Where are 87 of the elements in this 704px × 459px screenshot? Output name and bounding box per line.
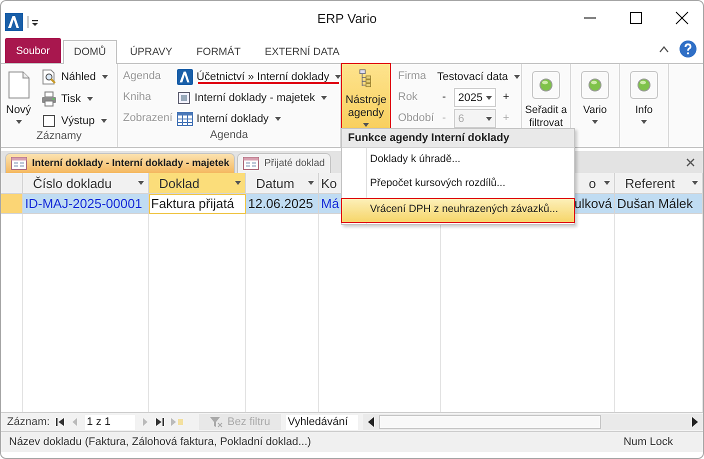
group-label: Agenda	[209, 129, 249, 143]
dropdown-button[interactable]: Interní doklady	[176, 109, 342, 128]
form-icon	[11, 157, 27, 170]
record-number-field[interactable]: 1 z 1	[84, 414, 135, 430]
caret-icon	[335, 74, 342, 78]
orb-icon	[581, 71, 609, 99]
combo-box[interactable]: 2025	[454, 88, 496, 107]
ribbon-tab[interactable]: DOMŮ	[62, 40, 117, 64]
ribbon-tab[interactable]: EXTERNÍ DATA	[254, 40, 351, 63]
window-icon	[41, 112, 58, 128]
scroll-right-icon[interactable]	[691, 417, 699, 427]
last-record-icon[interactable]	[154, 417, 165, 427]
new-button[interactable]: Nový	[4, 67, 34, 130]
caret-icon	[320, 96, 327, 100]
close-icon[interactable]	[675, 11, 689, 25]
field-label: Agenda	[123, 69, 162, 84]
ribbon-menu-button[interactable]: Tisk	[41, 89, 108, 108]
caret-icon	[274, 116, 281, 120]
maximize-icon[interactable]	[629, 11, 643, 25]
column-header[interactable]: Číslo dokladu	[23, 173, 149, 194]
ribbon-tab[interactable]: FORMÁT	[185, 40, 252, 63]
column-header[interactable]: Datum	[246, 173, 319, 194]
table-cell: ID-MAJ-2025-00001	[23, 194, 149, 214]
app-logo-icon	[5, 13, 23, 31]
field-label: Kniha	[123, 90, 152, 105]
caret-icon	[641, 120, 647, 124]
menu-item[interactable]: Vrácení DPH z neuhrazených závazků...	[342, 199, 574, 222]
caret-icon	[486, 96, 492, 100]
ribbon-menu-button[interactable]: Výstup	[41, 111, 108, 130]
group-label: Záznamy	[35, 130, 83, 144]
record-label: Záznam:	[7, 416, 50, 428]
field-label: Období	[398, 111, 434, 126]
caret-icon	[486, 116, 492, 120]
form-icon	[243, 157, 260, 170]
caret-icon	[16, 120, 22, 124]
caret-icon	[604, 181, 610, 185]
magnifier-page-icon	[41, 68, 58, 84]
field-label: Zobrazení	[123, 111, 173, 126]
customize-toolbar-icon[interactable]	[27, 15, 39, 29]
increment-button[interactable]: +	[499, 88, 514, 107]
agenda-tools-button[interactable]: Nástroje agendy	[342, 64, 390, 129]
ribbon-menu-button[interactable]: Náhled	[41, 67, 108, 86]
document-tab[interactable]: Přijaté doklad	[237, 153, 331, 173]
num-lock-indicator: Num Lock	[623, 436, 674, 448]
caret-icon	[308, 181, 314, 185]
caret-icon	[102, 74, 108, 78]
caret-icon	[692, 181, 698, 185]
table-icon	[176, 112, 193, 126]
document-tab[interactable]: Interní doklady - Interní doklady - majetek	[5, 153, 236, 173]
funnel-icon	[209, 416, 224, 428]
caret-icon	[592, 120, 598, 124]
search-field[interactable]: Vyhledávání	[286, 414, 358, 430]
app-logo-icon	[176, 68, 193, 84]
ribbon-button[interactable]: Info	[620, 67, 668, 126]
window-title: ERP Vario	[317, 10, 377, 26]
file-tab[interactable]: Soubor	[5, 38, 61, 63]
caret-icon	[235, 181, 241, 185]
horizontal-scrollbar[interactable]	[362, 414, 703, 430]
orb-icon	[532, 71, 560, 99]
menu-header: Funkce agendy Interní doklady	[342, 129, 574, 148]
status-text: Název dokladu (Faktura, Zálohová faktura, Pokladní doklad...)	[9, 436, 312, 448]
printer-icon	[41, 90, 58, 106]
orb-icon	[630, 71, 658, 99]
first-record-icon[interactable]	[54, 417, 65, 427]
book-icon	[176, 90, 191, 104]
table-cell: Faktura přijatá	[149, 194, 246, 214]
column-header[interactable]: Referent	[615, 173, 703, 194]
caret-icon	[86, 96, 93, 100]
table-cell: 12.06.2025	[246, 194, 319, 214]
help-icon[interactable]	[679, 40, 697, 58]
company-dropdown[interactable]: Testovací data	[437, 67, 520, 86]
scroll-left-icon[interactable]	[366, 417, 375, 427]
field-label: Rok	[398, 90, 419, 105]
menu-item[interactable]: Přepočet kursových rozdílů...	[342, 173, 574, 196]
column-header[interactable]: Doklad	[149, 173, 246, 194]
field-label: Firma	[398, 69, 428, 84]
collapse-ribbon-icon[interactable]	[659, 45, 669, 53]
ribbon-tab[interactable]: ÚPRAVY	[118, 40, 184, 63]
caret-icon	[100, 118, 107, 122]
decrement-button[interactable]: -	[437, 88, 452, 107]
caret-icon	[138, 181, 144, 185]
ribbon-button[interactable]: Vario	[571, 67, 619, 126]
caret-icon	[514, 74, 520, 78]
menu-item[interactable]: Doklady k úhradě...	[342, 149, 574, 172]
dropdown-button[interactable]: Interní doklady - majetek	[176, 88, 342, 107]
table-cell: Dušan Málek	[615, 194, 703, 214]
document-icon	[8, 71, 30, 99]
